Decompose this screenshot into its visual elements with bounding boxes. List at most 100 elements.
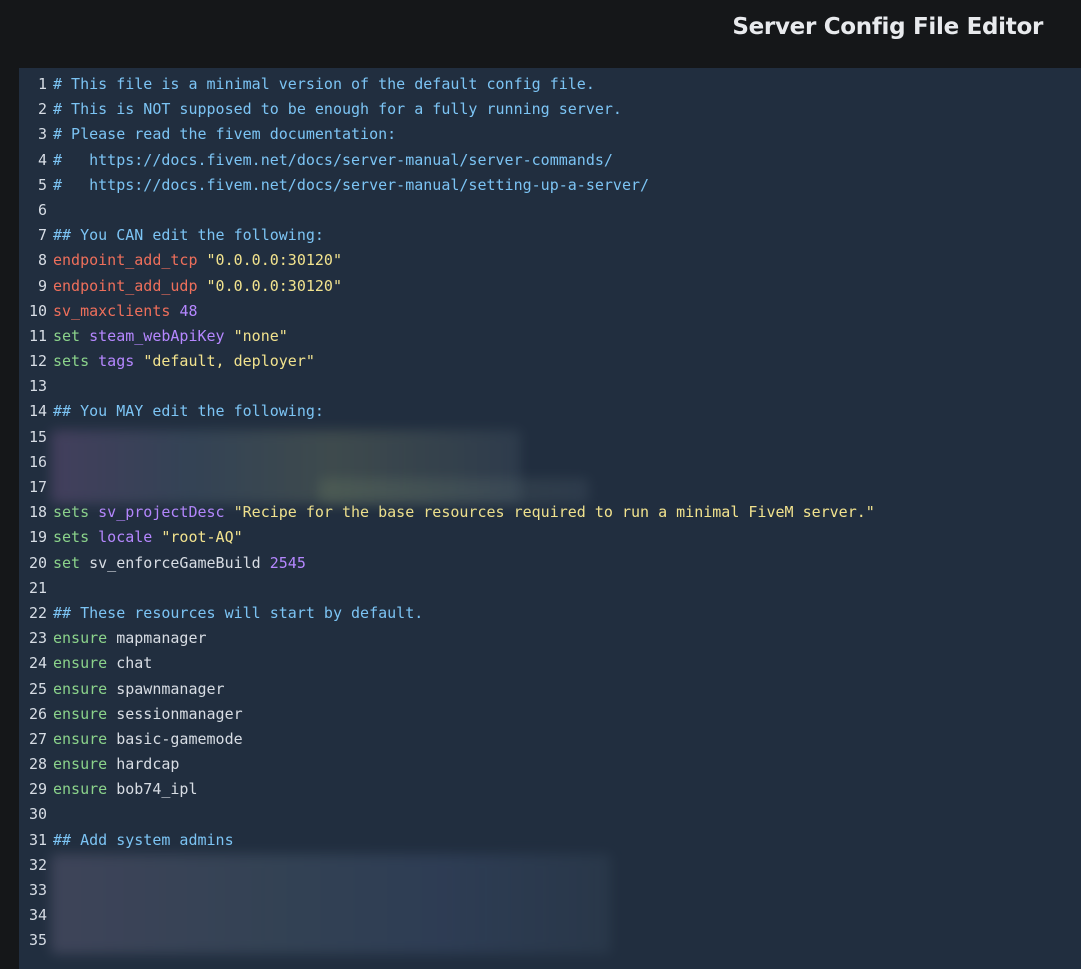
code-line[interactable]: 22 ## These resources will start by defau… [19,604,875,629]
code-token: sessionmanager [107,704,243,723]
code-token: ## Add system admins [53,830,234,849]
code-token: sv_enforceGameBuild [89,553,261,572]
line-number: 4 [37,150,47,169]
code-token: sets [53,528,90,547]
redacted-block-lines-15-17-tail [319,478,589,504]
code-line[interactable]: 19 sets locale "root-AQ" [19,528,875,553]
code-token: endpoint_add_tcp [53,251,198,270]
line-number: 6 [37,200,47,219]
line-number: 32 [28,855,47,874]
code-token: ## These resources will start by default… [53,603,424,622]
line-number: 35 [28,931,47,950]
code-line[interactable]: 12 sets tags "default, deployer" [19,352,875,377]
line-number: 28 [28,755,47,774]
code-line[interactable]: 30 [19,805,875,830]
line-number: 8 [37,251,47,270]
code-token: spawnmanager [107,679,225,698]
code-line[interactable]: 24 ensure chat [19,654,875,679]
line-number: 25 [28,679,47,698]
code-token: basic-gamemode [107,729,243,748]
code-editor[interactable]: 1 # This file is a minimal version of the… [19,68,1081,969]
line-number: 13 [28,377,47,396]
line-number: 19 [28,528,47,547]
line-number: 17 [28,478,47,496]
line-number: 23 [28,629,47,648]
code-line[interactable]: 10 sv_maxclients 48 [19,302,875,327]
line-number: 10 [28,301,47,320]
code-line[interactable]: 6 [19,201,875,226]
code-line[interactable]: 18 sets sv_projectDesc "Recipe for the ba… [19,503,875,528]
code-line[interactable]: 28 ensure hardcap [19,755,875,780]
code-token: 48 [179,301,198,320]
line-number: 5 [37,175,47,194]
code-token: ensure [53,755,108,774]
code-token: hardcap [107,755,180,774]
code-token: ensure [53,679,108,698]
code-line[interactable]: 2 # This is NOT supposed to be enough for… [19,100,875,125]
code-line[interactable]: 5 # https://docs.fivem.net/docs/server-ma… [19,176,875,201]
code-token: bob74_ipl [107,780,198,799]
code-token: mapmanager [107,629,207,648]
code-token: set [53,326,81,345]
line-number: 12 [28,352,47,371]
code-line[interactable]: 26 ensure sessionmanager [19,705,875,730]
code-line[interactable]: 20 set sv_enforceGameBuild 2545 [19,554,875,579]
code-token: "root-AQ" [161,528,243,547]
code-line[interactable]: 14 ## You MAY edit the following: [19,402,875,427]
code-line[interactable]: 8 endpoint_add_tcp "0.0.0.0:30120" [19,251,875,276]
code-line[interactable]: 23 ensure mapmanager [19,629,875,654]
code-token: ensure [53,654,108,673]
line-number: 15 [28,427,47,446]
code-token: sets [53,352,90,371]
line-number: 9 [37,276,47,295]
code-line[interactable]: 11 set steam_webApiKey "none" [19,327,875,352]
code-line[interactable]: 3 # Please read the fivem documentation: [19,125,875,150]
code-line[interactable]: 25 ensure spawnmanager [19,680,875,705]
code-token: sets [53,503,90,522]
code-token: "default, deployer" [143,352,315,371]
line-number: 22 [28,603,47,622]
line-number: 30 [28,805,47,824]
code-line[interactable]: 4 # https://docs.fivem.net/docs/server-ma… [19,151,875,176]
code-token: ## You MAY edit the following: [53,402,324,421]
code-line[interactable]: 9 endpoint_add_udp "0.0.0.0:30120" [19,277,875,302]
code-lines[interactable]: 1 # This file is a minimal version of the… [19,75,875,957]
line-number: 16 [28,452,47,471]
code-line[interactable]: 29 ensure bob74_ipl [19,780,875,805]
code-line[interactable]: 1 # This file is a minimal version of the… [19,75,875,100]
code-token: tags [98,352,135,371]
code-line[interactable]: 7 ## You CAN edit the following: [19,226,875,251]
code-token: chat [107,654,153,673]
code-line[interactable]: 31 ## Add system admins [19,831,875,856]
line-number: 18 [28,503,47,522]
code-token: # https://docs.fivem.net/docs/server-man… [53,150,613,169]
code-token: sv_maxclients [53,301,171,320]
code-line[interactable]: 13 [19,377,875,402]
line-number: 20 [28,553,47,572]
code-token: # This is NOT supposed to be enough for … [53,100,622,119]
code-token: "Recipe for the base resources required … [233,503,875,522]
code-token: "none" [233,326,288,345]
code-line[interactable]: 21 [19,579,875,604]
line-number: 33 [28,881,47,899]
code-token: # Please read the fivem documentation: [53,125,397,144]
code-token: steam_webApiKey [89,326,225,345]
line-number: 29 [28,780,47,799]
code-token: 2545 [269,553,306,572]
code-token: ensure [53,780,108,799]
code-token: ## You CAN edit the following: [53,226,324,245]
code-token: sv_projectDesc [98,503,225,522]
line-number: 34 [28,906,47,925]
redacted-block-lines-32-35 [51,854,611,954]
line-number: 21 [28,578,47,597]
code-line[interactable]: 27 ensure basic-gamemode [19,730,875,755]
line-number: 26 [28,704,47,723]
